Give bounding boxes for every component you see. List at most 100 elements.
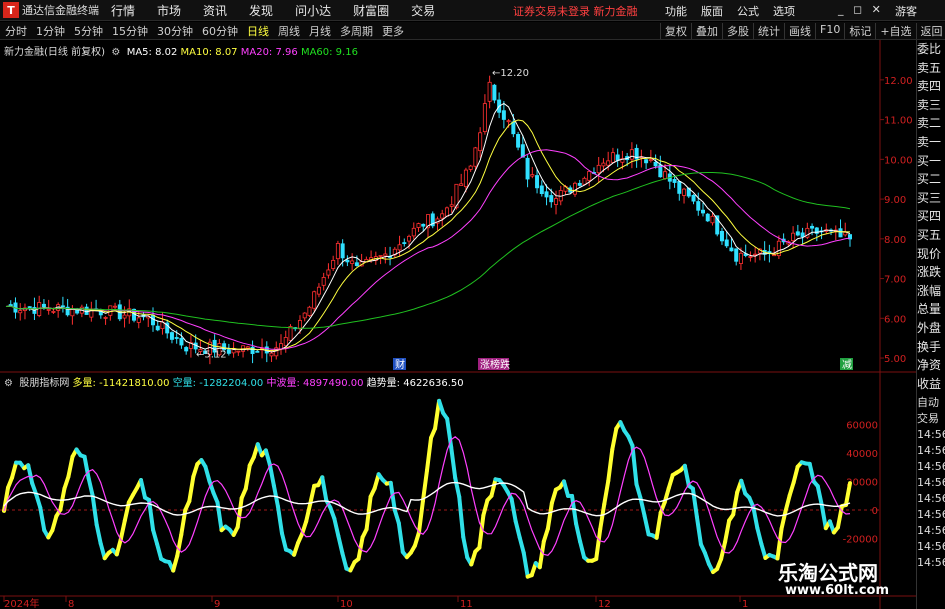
tab-15min[interactable]: 15分钟: [112, 23, 148, 39]
ma10-value: MA10: 8.07: [180, 47, 238, 58]
candle-body: [734, 248, 739, 262]
menu-ask[interactable]: 问小达: [295, 2, 331, 19]
tab-weekly[interactable]: 周线: [278, 23, 300, 39]
tool-mark[interactable]: 标记: [844, 23, 875, 39]
side-item: 换手: [917, 339, 942, 354]
candle-body: [255, 350, 260, 353]
candle-body: [492, 84, 497, 101]
date-tick-label: 11: [460, 599, 473, 609]
high-price-label: ←12.20: [492, 68, 529, 79]
tool-multi-stock[interactable]: 多股: [722, 23, 753, 39]
kong-value: 空量: -1282204.00: [172, 378, 264, 389]
tab-30min[interactable]: 30分钟: [157, 23, 193, 39]
candle-body: [51, 310, 56, 313]
date-tick-label: 9: [214, 599, 220, 609]
menu-news[interactable]: 资讯: [203, 2, 227, 19]
menu-bar: T 通达信金融终端 行情 市场 资讯 发现 问小达 财富圈 交易 证券交易未登录…: [0, 0, 945, 21]
tab-intraday[interactable]: 分时: [5, 23, 27, 39]
menu-markets[interactable]: 市场: [157, 2, 181, 19]
candle-body: [653, 161, 658, 167]
candle-body: [331, 259, 336, 269]
candle-body: [587, 171, 592, 181]
tab-1min[interactable]: 1分钟: [36, 23, 65, 39]
menu-options[interactable]: 选项: [773, 3, 795, 19]
period-bar: 分时 1分钟 5分钟 15分钟 30分钟 60分钟 日线 周线 月线 多周期 更…: [0, 22, 945, 40]
menu-formula[interactable]: 公式: [737, 3, 759, 19]
price-tick-label: 9.00: [884, 195, 906, 206]
sub-tick-label: 60000: [846, 420, 878, 431]
candle-body: [468, 165, 473, 170]
side-extra-item: 14:56: [917, 476, 945, 490]
candle-body: [416, 223, 421, 228]
tool-add-watchlist[interactable]: +自选: [875, 23, 915, 39]
candle-body: [549, 195, 554, 203]
tab-multi-period[interactable]: 多周期: [340, 23, 373, 39]
candle-body: [596, 164, 601, 174]
side-extra-item: 14:56: [917, 540, 945, 554]
window-controls[interactable]: _ ◻ ✕: [838, 3, 884, 16]
tab-daily[interactable]: 日线: [247, 23, 269, 39]
chart-area[interactable]: 12.00 11.00 10.00 9.00 8.00 7.00 6.00 5.00 60000…: [0, 40, 916, 609]
menu-layout[interactable]: 版面: [701, 3, 723, 19]
candle-body: [312, 291, 317, 309]
kline-chart-svg[interactable]: 12.00 11.00 10.00 9.00 8.00 7.00 6.00 5.00 60000…: [0, 40, 916, 609]
candle-body: [487, 81, 492, 102]
candle-body: [41, 303, 46, 308]
side-extra-item: 14:56: [917, 524, 945, 538]
tool-adjust[interactable]: 复权: [660, 23, 691, 39]
candle-body: [577, 182, 582, 186]
candle-body: [772, 254, 777, 257]
right-menu: 功能 版面 公式 选项: [665, 3, 809, 19]
candle-body: [800, 232, 805, 238]
tool-stats[interactable]: 统计: [753, 23, 784, 39]
candle-body: [288, 326, 293, 341]
side-extra-item: 14:56: [917, 428, 945, 442]
tool-draw[interactable]: 画线: [784, 23, 815, 39]
tab-60min[interactable]: 60分钟: [202, 23, 238, 39]
candle-body: [738, 252, 743, 264]
tab-5min[interactable]: 5分钟: [74, 23, 103, 39]
side-item: 现价: [917, 246, 942, 261]
candle-body: [648, 159, 653, 162]
candle-body: [354, 262, 359, 267]
login-notice[interactable]: 证券交易未登录 新力金融: [513, 3, 638, 19]
side-extra-item: 自动: [917, 396, 939, 410]
candle-body: [516, 134, 521, 148]
tab-more[interactable]: 更多: [382, 23, 404, 39]
candle-body: [103, 317, 108, 319]
guest-login[interactable]: 游客: [895, 3, 917, 19]
candle-body: [682, 188, 687, 196]
side-item: 卖四: [917, 79, 942, 94]
candle-body: [520, 144, 525, 158]
settings-icon[interactable]: ⚙: [108, 47, 123, 58]
candle-body: [27, 306, 32, 309]
menu-function[interactable]: 功能: [665, 3, 687, 19]
side-extra-item: 14:56: [917, 508, 945, 522]
menu-trade[interactable]: 交易: [411, 2, 435, 19]
candle-body: [113, 305, 118, 308]
menu-discover[interactable]: 发现: [249, 2, 273, 19]
menu-wealth[interactable]: 财富圈: [353, 2, 389, 19]
menu-market[interactable]: 行情: [111, 2, 135, 19]
side-item: 外盘: [917, 320, 942, 335]
candle-body: [701, 209, 706, 214]
candle-body: [383, 253, 388, 257]
tool-overlay[interactable]: 叠加: [691, 23, 722, 39]
watermark-cn: 乐淘公式网: [778, 561, 878, 585]
candle-body: [554, 198, 559, 205]
price-tick-label: 5.00: [884, 354, 906, 365]
candle-body: [478, 132, 483, 152]
candle-body: [397, 244, 402, 251]
candle-body: [724, 239, 729, 247]
settings-icon[interactable]: ⚙: [4, 378, 16, 389]
chart-tools: 复权 叠加 多股 统计 画线 F10 标记 +自选 返回: [660, 23, 945, 39]
tool-f10[interactable]: F10: [815, 23, 844, 39]
side-item: 收益: [917, 376, 942, 391]
date-tick-label: 2024年: [4, 597, 39, 609]
price-tick-label: 6.00: [884, 314, 906, 325]
tool-back[interactable]: 返回: [915, 23, 945, 39]
candle-body: [629, 149, 634, 160]
candle-body: [838, 228, 843, 238]
candle-body: [307, 306, 312, 316]
tab-monthly[interactable]: 月线: [309, 23, 331, 39]
